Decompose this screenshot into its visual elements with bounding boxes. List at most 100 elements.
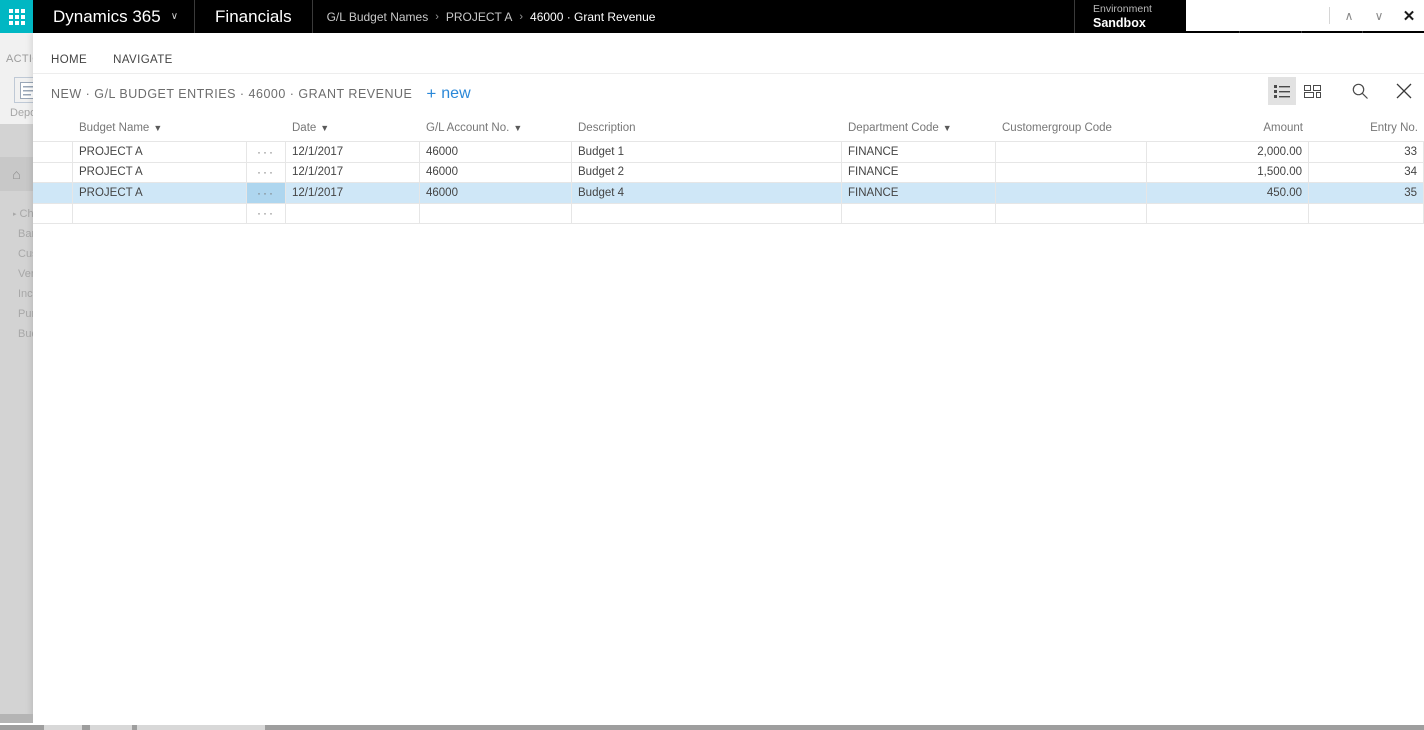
filter-icon[interactable]: ▼ bbox=[943, 123, 952, 133]
row-actions-ellipsis[interactable]: ··· bbox=[247, 183, 286, 203]
row-select-cell[interactable] bbox=[33, 203, 73, 223]
column-header-desc[interactable]: Description bbox=[572, 122, 842, 134]
cell-entry[interactable] bbox=[1309, 203, 1424, 223]
cell-entry[interactable]: 34 bbox=[1309, 162, 1424, 182]
app-name-label: Financials bbox=[215, 6, 292, 26]
tile-view-icon[interactable] bbox=[1298, 77, 1326, 105]
cell-desc[interactable] bbox=[572, 203, 842, 223]
cell-cgroup[interactable] bbox=[996, 142, 1147, 162]
cell-date[interactable]: 12/1/2017 bbox=[286, 162, 420, 182]
sidebar-item-0[interactable]: ▸Chart of Accounts bbox=[0, 204, 33, 224]
cell-dept[interactable]: FINANCE bbox=[842, 142, 996, 162]
column-header-entry[interactable]: Entry No. bbox=[1309, 122, 1424, 134]
filter-icon[interactable]: ▼ bbox=[320, 123, 329, 133]
sidebar-item-3[interactable]: Vendors bbox=[0, 264, 33, 284]
sidebar-item-4[interactable]: Incoming Documents bbox=[0, 284, 33, 304]
list-view-icon[interactable] bbox=[1268, 77, 1296, 105]
cell-account[interactable]: 46000 bbox=[420, 162, 572, 182]
close-icon[interactable] bbox=[1390, 77, 1418, 105]
sidebar-item-1[interactable]: Bank Accounts bbox=[0, 224, 33, 244]
row-select-cell[interactable] bbox=[33, 142, 73, 162]
waffle-grid-icon[interactable] bbox=[0, 0, 33, 33]
application-window: ACTIONS Deposit New Document ⌂ ▸Chart of… bbox=[0, 0, 1424, 730]
cell-budget[interactable]: PROJECT A bbox=[73, 162, 247, 182]
cell-account[interactable]: 46000 bbox=[420, 183, 572, 203]
breadcrumb-item-2[interactable]: PROJECT A bbox=[446, 10, 512, 24]
left-nav-footer bbox=[0, 714, 33, 723]
cell-amount[interactable]: 1,500.00 bbox=[1147, 162, 1309, 182]
column-header-account[interactable]: G/L Account No. ▼ bbox=[420, 122, 572, 134]
chevron-up-icon[interactable]: ∧ bbox=[1334, 0, 1364, 31]
scrollbar-segment[interactable] bbox=[90, 725, 132, 730]
column-header-amount[interactable]: Amount bbox=[1147, 122, 1309, 134]
sidebar-item-home[interactable]: ⌂ bbox=[0, 157, 33, 191]
sidebar-item-2[interactable]: Customers bbox=[0, 244, 33, 264]
cell-account[interactable] bbox=[420, 203, 572, 223]
cell-entry[interactable]: 33 bbox=[1309, 142, 1424, 162]
table-row[interactable]: PROJECT A ··· 12/1/2017 46000 Budget 2 FINANC… bbox=[33, 162, 1424, 183]
new-button-label: new bbox=[441, 85, 471, 102]
top-popover-panel: ∧ ∨ ✕ bbox=[1186, 0, 1424, 31]
cell-cgroup[interactable] bbox=[996, 183, 1147, 203]
close-icon[interactable]: ✕ bbox=[1394, 0, 1424, 31]
chevron-down-icon[interactable]: ∨ bbox=[171, 11, 178, 22]
cell-date[interactable]: 12/1/2017 bbox=[286, 183, 420, 203]
cell-amount[interactable]: 2,000.00 bbox=[1147, 142, 1309, 162]
scrollbar-segment[interactable] bbox=[137, 725, 265, 730]
cell-amount[interactable]: 450.00 bbox=[1147, 183, 1309, 203]
table-row[interactable]: PROJECT A ··· 12/1/2017 46000 Budget 4 FINANC… bbox=[33, 183, 1424, 204]
table-row[interactable]: ··· bbox=[33, 203, 1424, 224]
cell-budget[interactable]: PROJECT A bbox=[73, 142, 247, 162]
tab-home[interactable]: HOME bbox=[51, 54, 87, 66]
cell-amount[interactable] bbox=[1147, 203, 1309, 223]
cell-desc[interactable]: Budget 1 bbox=[572, 142, 842, 162]
row-actions-ellipsis[interactable]: ··· bbox=[247, 162, 286, 182]
cell-budget[interactable] bbox=[73, 203, 247, 223]
row-select-cell[interactable] bbox=[33, 162, 73, 182]
new-button[interactable]: + new bbox=[426, 84, 470, 104]
filter-icon[interactable]: ▼ bbox=[153, 123, 162, 133]
cell-date[interactable]: 12/1/2017 bbox=[286, 142, 420, 162]
cell-dept[interactable]: FINANCE bbox=[842, 162, 996, 182]
row-actions-ellipsis[interactable]: ··· bbox=[247, 142, 286, 162]
column-header-cgroup[interactable]: Customergroup Code bbox=[996, 122, 1147, 134]
chevron-right-icon[interactable]: ▸ bbox=[13, 210, 17, 218]
column-header-budget[interactable]: Budget Name ▼ bbox=[73, 122, 247, 134]
cell-account[interactable]: 46000 bbox=[420, 142, 572, 162]
cell-dept[interactable] bbox=[842, 203, 996, 223]
cell-cgroup[interactable] bbox=[996, 203, 1147, 223]
cell-desc[interactable]: Budget 2 bbox=[572, 162, 842, 182]
app-name-financials[interactable]: Financials bbox=[195, 0, 313, 33]
cell-cgroup[interactable] bbox=[996, 162, 1147, 182]
column-header-label: Amount bbox=[1263, 121, 1303, 134]
cell-budget[interactable]: PROJECT A bbox=[73, 183, 247, 203]
sidebar-item-6[interactable]: Budgets bbox=[0, 324, 33, 344]
column-header-dept[interactable]: Department Code ▼ bbox=[842, 122, 996, 134]
search-icon[interactable] bbox=[1346, 77, 1374, 105]
sidebar-item-5[interactable]: Purchase Invoices bbox=[0, 304, 33, 324]
column-header-label: Department Code bbox=[848, 121, 939, 134]
sidebar-item-label: Bank Accounts bbox=[18, 228, 33, 240]
column-header-date[interactable]: Date ▼ bbox=[286, 122, 420, 134]
breadcrumb-item-1[interactable]: G/L Budget Names bbox=[327, 10, 429, 24]
grid-header-row: Budget Name ▼ Date ▼ G/L Account No. ▼ Descrip… bbox=[33, 114, 1424, 142]
breadcrumb: G/L Budget Names › PROJECT A › 46000 · Grant… bbox=[313, 0, 670, 33]
chevron-down-icon[interactable]: ∨ bbox=[1364, 0, 1394, 31]
bottom-scrollbar[interactable] bbox=[0, 723, 1424, 730]
plus-icon: + bbox=[426, 84, 437, 103]
filter-icon[interactable]: ▼ bbox=[513, 123, 522, 133]
row-select-cell[interactable] bbox=[33, 183, 73, 203]
brand-dynamics365[interactable]: Dynamics 365 ∨ bbox=[33, 0, 196, 33]
cell-dept[interactable]: FINANCE bbox=[842, 183, 996, 203]
scrollbar-segment[interactable] bbox=[44, 725, 82, 730]
cell-entry[interactable]: 35 bbox=[1309, 183, 1424, 203]
row-actions-ellipsis[interactable]: ··· bbox=[247, 203, 286, 223]
table-row[interactable]: PROJECT A ··· 12/1/2017 46000 Budget 1 FINANC… bbox=[33, 142, 1424, 163]
brand-label: Dynamics 365 bbox=[53, 6, 161, 26]
modal-toolbar bbox=[1268, 77, 1418, 105]
background-left-nav: ⌂ ▸Chart of Accounts Bank Accounts Custome… bbox=[0, 124, 33, 723]
cell-desc[interactable]: Budget 4 bbox=[572, 183, 842, 203]
sidebar-item-label: Vendors bbox=[18, 268, 33, 280]
tab-navigate[interactable]: NAVIGATE bbox=[113, 54, 173, 66]
cell-date[interactable] bbox=[286, 203, 420, 223]
